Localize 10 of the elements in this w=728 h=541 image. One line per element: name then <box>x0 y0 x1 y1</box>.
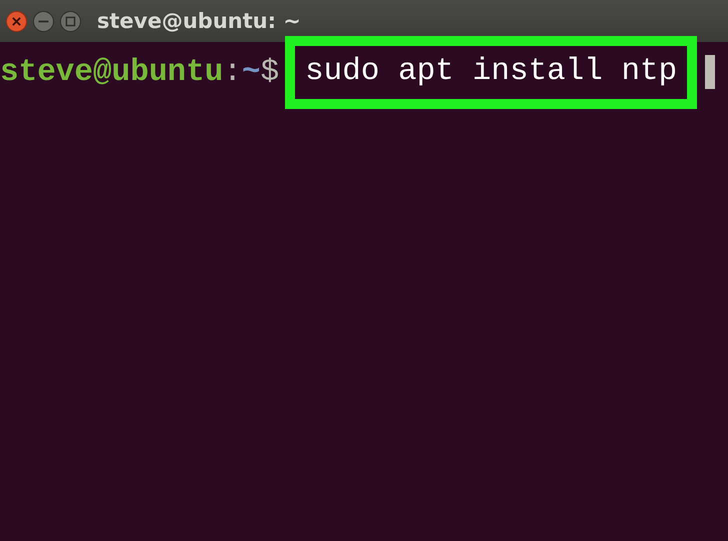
prompt-path: ~ <box>242 54 260 90</box>
window-title: steve@ubuntu: ~ <box>97 9 301 33</box>
command-text: sudo apt install ntp <box>285 36 698 108</box>
close-button[interactable] <box>6 10 27 32</box>
prompt-symbol: $ <box>260 54 280 90</box>
text-cursor <box>705 55 716 89</box>
maximize-button[interactable] <box>60 10 81 32</box>
prompt-separator: : <box>223 54 242 90</box>
minimize-button[interactable] <box>33 10 54 32</box>
prompt-user-host: steve@ubuntu <box>0 54 224 90</box>
